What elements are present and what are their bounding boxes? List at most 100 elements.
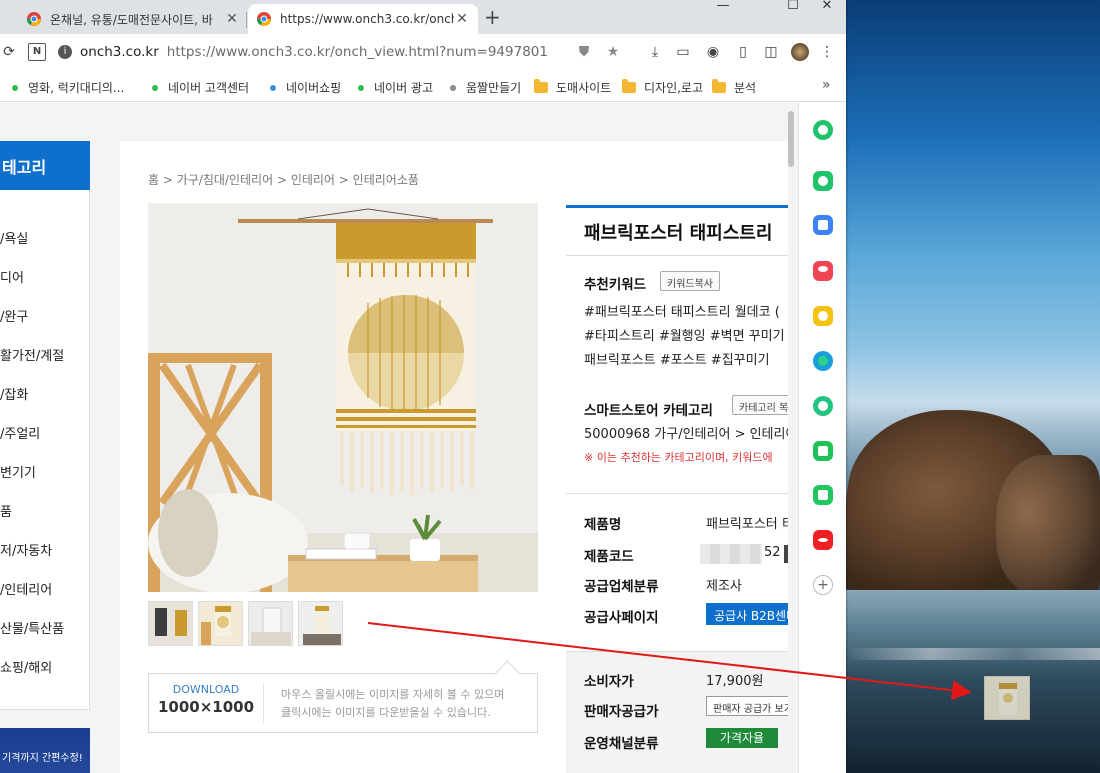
icon-inner [818,401,828,411]
browser-window: 온채널, 유통/도매전문사이트, 바 ✕ https://www.onch3.c… [0,0,846,773]
tab-strip: 온채널, 유통/도매전문사이트, 바 ✕ https://www.onch3.c… [0,0,846,34]
menu-kebab-icon[interactable]: ⋮ [818,43,836,61]
category-header: 테고리 [0,141,90,190]
download-desc-line: 클릭시에는 이미지를 다운받을실 수 있습니다. [281,706,491,719]
bookmark-item[interactable]: 움짤만들기 [450,79,521,96]
reload-icon[interactable]: ⟳ [0,43,18,61]
green-circle-icon[interactable] [813,120,833,140]
bookmark-folder[interactable]: 디자인,로고 [622,79,703,96]
category-item[interactable]: 품 [0,501,12,520]
profile-avatar[interactable] [791,43,809,61]
category-item[interactable]: 디어 [0,267,24,286]
sea-foam [846,648,1100,660]
download-icon[interactable]: ⤓ [646,43,664,61]
camera-icon[interactable]: ◉ [704,43,722,61]
thumbnail-3[interactable] [248,601,293,646]
category-item[interactable]: 변기기 [0,462,36,481]
address-domain: onch3.co.kr [80,44,159,60]
icon-inner [818,125,828,135]
tab-title: 온채널, 유통/도매전문사이트, 바 [50,12,213,27]
category-item[interactable]: 쇼핑/해외 [0,657,52,676]
sea-rock-arch [996,455,1100,595]
keyword-line: 패브릭포스트 #포스트 #집꾸미기 [584,353,770,368]
product-code-blurred [700,544,762,564]
copy-category-button[interactable]: 카테고리 복사 [732,395,788,415]
category-item[interactable]: 저/자동차 [0,540,52,559]
seller-price-button[interactable]: 판매자 공급가 보기 [706,696,788,716]
breadcrumb[interactable]: 홈 > 가구/침대/인테리어 > 인테리어 > 인테리어소품 [148,171,419,188]
bookmark-item[interactable]: 네이버 고객센터 [152,79,249,96]
naver-n-icon[interactable]: N [28,43,46,61]
category-item[interactable]: 활가전/계절 [0,345,64,364]
site-info-icon[interactable]: i [58,45,72,59]
shield-icon[interactable]: ⛊ [575,43,593,61]
browser-sidebar-rail: + [798,103,846,773]
category-item[interactable]: /잡화 [0,384,28,403]
green-notify-icon[interactable] [813,171,833,191]
address-bar[interactable]: i onch3.co.kr https://www.onch3.co.kr/on… [58,40,568,64]
bookmark-item[interactable]: 영화, 럭키대디의... [12,79,124,96]
yellow-star-icon[interactable] [813,306,833,326]
tab-close-icon[interactable]: ✕ [454,11,470,27]
keyword-line: #패브릭포스터 태피스트리 월데코 ( [584,305,780,320]
side-banner[interactable]: 기격까지 간편수정! [0,728,90,773]
thumbnail-2[interactable] [198,601,243,646]
thumbnail-image [199,602,242,645]
tab-close-icon[interactable]: ✕ [224,11,240,27]
tab-onch-view[interactable]: https://www.onch3.co.kr/onch_v ✕ [248,4,478,34]
product-name-value: 패브릭포스터 티 [706,517,788,532]
category-item[interactable]: 산물/특산품 [0,618,64,637]
icon-inner [818,538,828,542]
webtoon-icon[interactable] [813,441,833,461]
green-square-icon[interactable] [813,485,833,505]
edge-logo-icon[interactable] [813,351,833,371]
image-download-box[interactable]: DOWNLOAD 1000×1000 마우스 올릴시에는 이미지를 자세히 볼 … [148,673,538,733]
bookmarks-more-button[interactable]: » [822,77,831,93]
category-item[interactable]: /완구 [0,306,28,325]
supplier-page-button[interactable]: 공급사 B2B센터 [706,603,788,625]
page-scrollbar[interactable] [788,111,794,167]
product-main-image[interactable] [148,203,538,592]
minimize-button[interactable]: — [700,0,746,16]
thumbnail-1[interactable] [148,601,193,646]
chrome-favicon-icon [27,12,41,26]
bookmark-dot-icon [358,84,364,91]
category-item[interactable]: /욕실 [0,228,28,247]
category-item[interactable]: /주얼리 [0,423,40,442]
bookmark-item[interactable]: 네이버쇼핑 [270,79,341,96]
bookmarks-bar: 영화, 럭키대디의... 네이버 고객센터 네이버쇼핑 네이버 광고 움짤만들기… [0,70,846,102]
row-label: 공급사페이지 [584,610,659,626]
sidebar-toggle-icon[interactable]: ◫ [762,43,780,61]
green-play-icon[interactable] [813,396,833,416]
bookmark-dot-icon [270,84,276,91]
close-window-button[interactable]: ✕ [804,0,846,16]
address-url: https://www.onch3.co.kr/onch_view.html?n… [166,44,548,60]
download-desc-line: 마우스 올릴시에는 이미지를 자세히 볼 수 있으며 [281,688,505,701]
bookmark-folder[interactable]: 분석 [712,79,756,96]
new-tab-button[interactable]: + [484,7,501,27]
reader-icon[interactable]: ▯ [734,43,752,61]
download-size[interactable]: DOWNLOAD 1000×1000 [149,683,264,723]
tab-title: https://www.onch3.co.kr/onch_v [280,12,454,26]
product-content: 홈 > 가구/침대/인테리어 > 인테리어 > 인테리어소품 DOWNLOAD … [120,141,788,773]
category-item[interactable]: /인테리어 [0,579,52,598]
red-pocket-icon[interactable] [813,261,833,281]
bookmark-label: 영화, 럭키대디의... [28,81,125,95]
row-label: 공급업체분류 [584,579,659,595]
add-sidebar-app-button[interactable]: + [813,575,833,595]
now-icon[interactable] [813,530,833,550]
product-code-value: 52 [764,545,781,560]
video-icon[interactable]: ▭ [674,43,692,61]
thumbnail-4[interactable] [298,601,343,646]
copy-keywords-button[interactable]: 키워드복사 [660,271,720,291]
bookmark-folder[interactable]: 도매사이트 [534,79,611,96]
bookmark-star-icon[interactable]: ★ [604,43,622,61]
bookmark-item[interactable]: 네이버 광고 [358,79,433,96]
row-label: 운영채널분류 [584,736,659,752]
tab-onchannel[interactable]: 온채널, 유통/도매전문사이트, 바 ✕ [18,4,248,34]
blue-briefcase-icon[interactable] [813,215,833,235]
download-description: 마우스 올릴시에는 이미지를 자세히 볼 수 있으며 클릭시에는 이미지를 다운… [281,686,504,722]
category-notice: ※ 이는 추천하는 카테고리이며, 키워드에 [584,451,773,464]
code-badge: 4 [784,545,788,563]
icon-inner [818,490,828,500]
